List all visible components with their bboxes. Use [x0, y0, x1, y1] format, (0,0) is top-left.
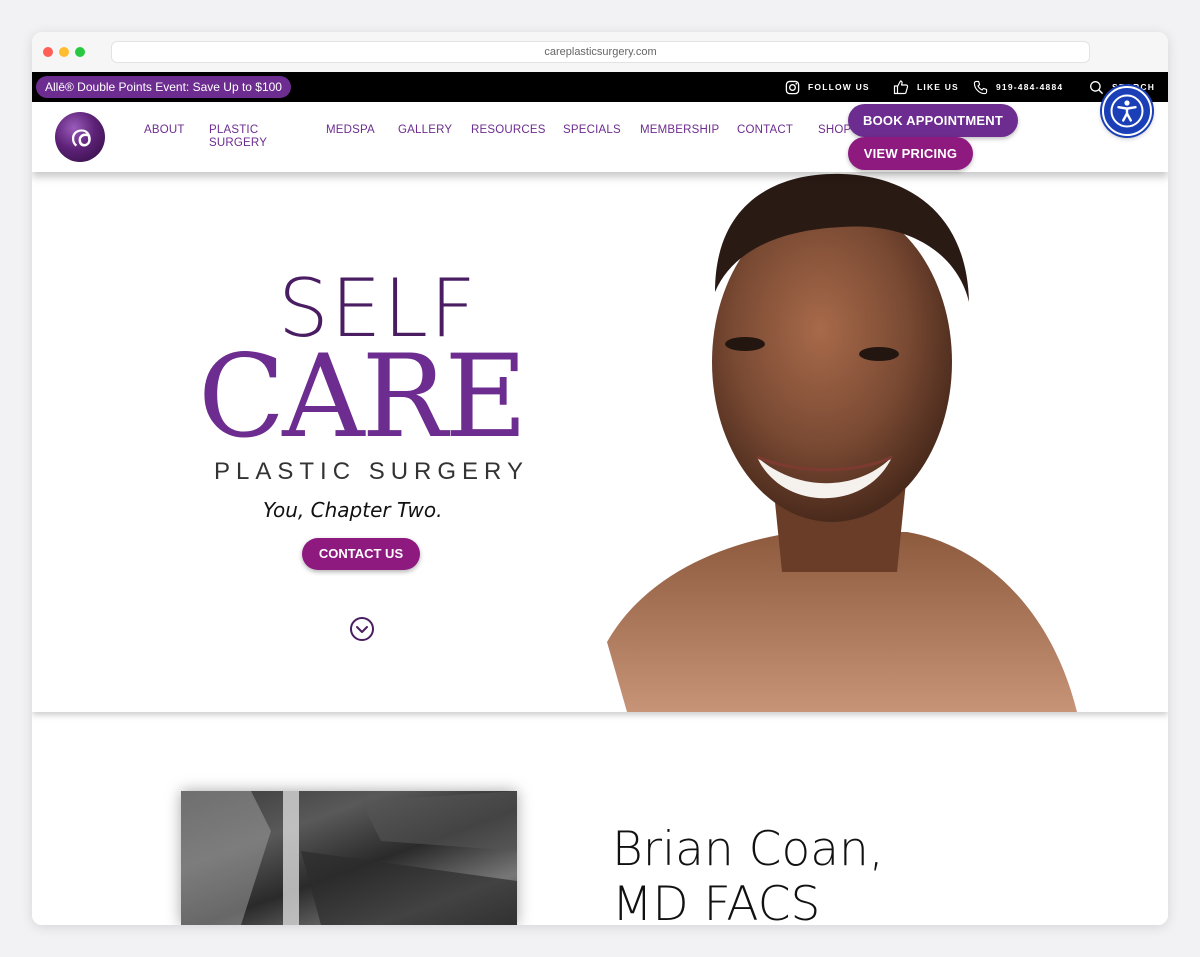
- hero-section: SELF CARE PLASTIC SURGERY You, Chapter T…: [32, 172, 1168, 712]
- hero-tagline: You, Chapter Two.: [263, 498, 443, 522]
- follow-us-link[interactable]: FOLLOW US: [785, 72, 870, 102]
- doctor-photo-graphic: [181, 791, 517, 925]
- nav-item-resources[interactable]: RESOURCES: [471, 124, 546, 137]
- accessibility-icon: [1110, 94, 1144, 128]
- browser-chrome: careplasticsurgery.com: [32, 32, 1168, 72]
- instagram-icon: [785, 80, 800, 94]
- follow-us-label: FOLLOW US: [808, 82, 870, 92]
- nav-item-specials[interactable]: SPECIALS: [563, 124, 621, 137]
- main-navigation: ര ABOUT PLASTIC SURGERY MEDSPA GALLERY R…: [32, 102, 1168, 172]
- accessibility-button[interactable]: [1102, 86, 1152, 136]
- maximize-window-button[interactable]: [75, 47, 85, 57]
- nav-item-about[interactable]: ABOUT: [144, 124, 185, 137]
- promo-banner[interactable]: Allē® Double Points Event: Save Up to $1…: [36, 76, 291, 98]
- hero-care-text: CARE: [198, 330, 528, 463]
- search-icon: [1090, 80, 1104, 94]
- doctor-section: Brian Coan, MD FACS: [32, 712, 1168, 925]
- doctor-name-line2: MD FACS: [612, 877, 821, 925]
- contact-us-button[interactable]: CONTACT US: [302, 538, 420, 570]
- doctor-photo: [181, 791, 517, 925]
- doctor-name: Brian Coan, MD FACS: [612, 822, 884, 925]
- view-pricing-button[interactable]: VIEW PRICING: [848, 137, 973, 170]
- phone-number: 919-484-4884: [996, 82, 1064, 92]
- site-logo[interactable]: ര: [55, 112, 105, 162]
- nav-item-contact[interactable]: CONTACT: [737, 124, 793, 137]
- doctor-name-line1: Brian Coan,: [612, 822, 884, 877]
- book-appointment-button[interactable]: BOOK APPOINTMENT: [848, 104, 1018, 137]
- top-utility-bar: Allē® Double Points Event: Save Up to $1…: [32, 72, 1168, 102]
- nav-item-shop[interactable]: SHOP: [818, 124, 851, 137]
- thumbs-up-icon: [893, 80, 909, 95]
- like-us-link[interactable]: LIKE US: [893, 72, 959, 102]
- logo-mark: ര: [69, 119, 91, 154]
- browser-window: careplasticsurgery.com Allē® Double Poin…: [32, 32, 1168, 925]
- hero-plastic-surgery-text: PLASTIC SURGERY: [214, 458, 529, 485]
- chevron-down-circle-icon[interactable]: [349, 616, 375, 642]
- minimize-window-button[interactable]: [59, 47, 69, 57]
- nav-item-gallery[interactable]: GALLERY: [398, 124, 452, 137]
- address-bar[interactable]: careplasticsurgery.com: [111, 41, 1090, 63]
- nav-item-medspa[interactable]: MEDSPA: [326, 124, 375, 137]
- phone-icon: [973, 80, 988, 94]
- nav-item-plastic-surgery[interactable]: PLASTIC SURGERY: [209, 124, 281, 150]
- hero-portrait-image: [607, 173, 1077, 712]
- like-us-label: LIKE US: [917, 82, 959, 92]
- phone-link[interactable]: 919-484-4884: [973, 72, 1063, 102]
- close-window-button[interactable]: [43, 47, 53, 57]
- nav-item-membership[interactable]: MEMBERSHIP: [640, 124, 719, 137]
